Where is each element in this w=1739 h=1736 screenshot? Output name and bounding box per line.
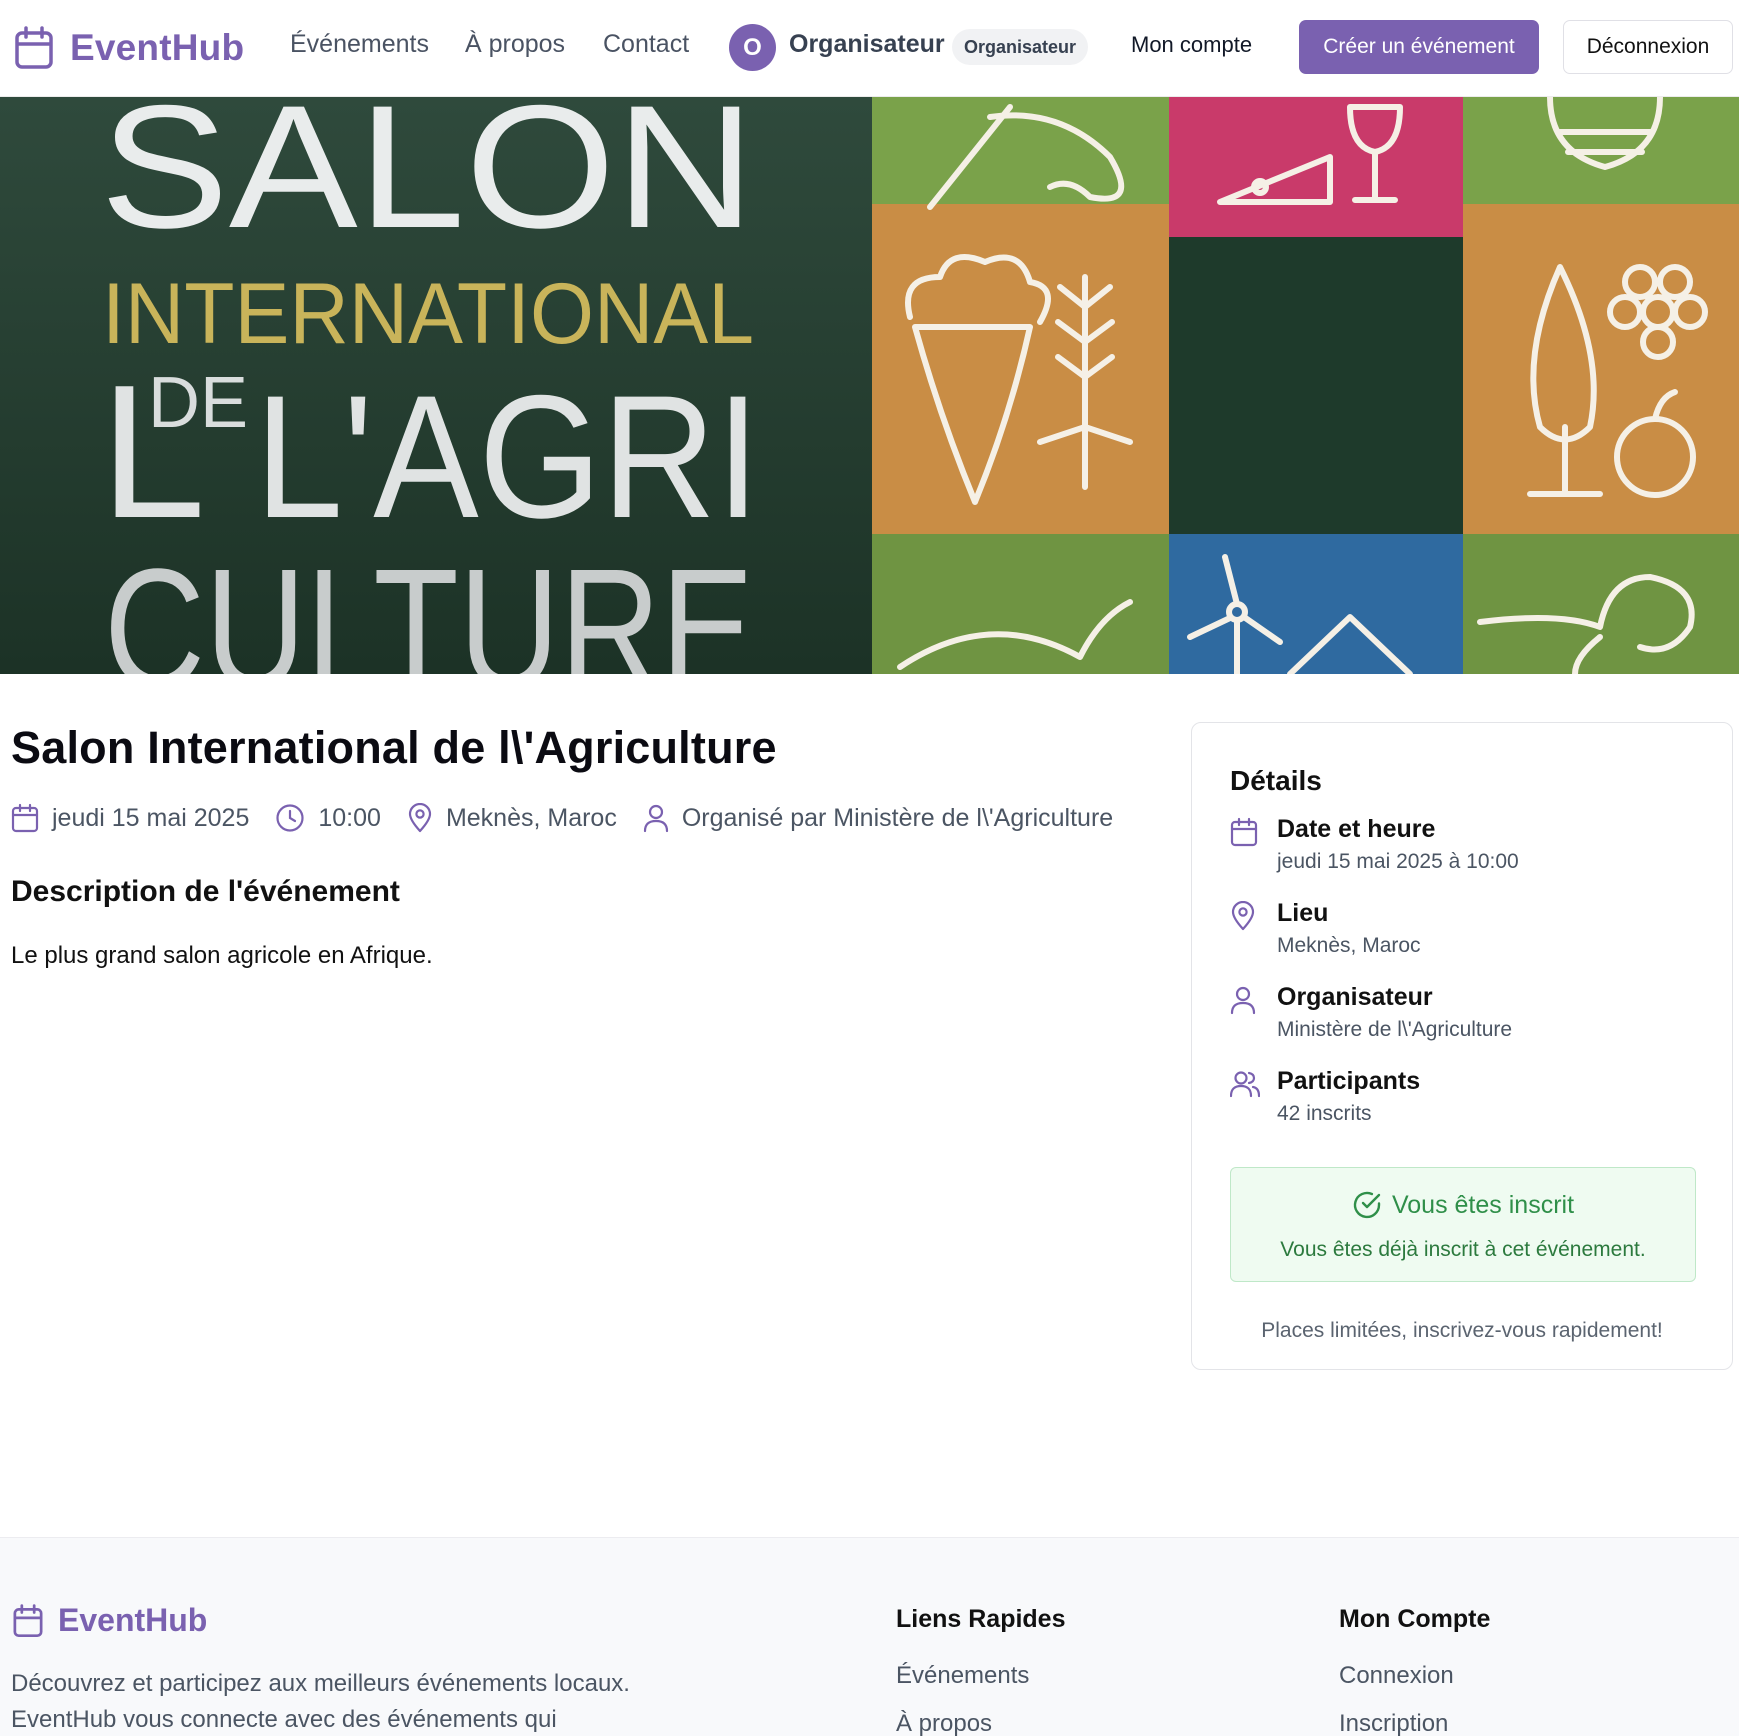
top-navbar: EventHub Événements À propos Contact O O…	[0, 0, 1739, 97]
details-title: Détails	[1230, 765, 1322, 796]
event-location-text: Meknès, Maroc	[445, 803, 617, 832]
description-text: Le plus grand salon agricole en Afrique.	[11, 942, 433, 969]
create-event-button[interactable]: Créer un événement	[1299, 20, 1539, 74]
banner-line-5: CULTURE	[104, 534, 754, 674]
calendar-icon	[15, 26, 53, 69]
calendar-icon	[1230, 817, 1258, 847]
description-heading: Description de l'événement	[11, 875, 400, 908]
footer-account-title: Mon Compte	[1339, 1605, 1491, 1633]
map-pin-icon	[408, 803, 432, 833]
users-icon	[1230, 1071, 1260, 1098]
my-account-link[interactable]: Mon compte	[1131, 32, 1252, 58]
places-limited-note: Places limitées, inscrivez-vous rapideme…	[1261, 1319, 1663, 1342]
check-circle-icon	[1353, 1191, 1381, 1219]
registration-status-box: Vous êtes inscrit Vous êtes déjà inscrit…	[1230, 1167, 1696, 1282]
footer-brand[interactable]: EventHub	[12, 1602, 207, 1639]
detail-label: Organisateur	[1277, 983, 1433, 1011]
detail-label: Participants	[1277, 1067, 1421, 1095]
brand-name: EventHub	[70, 27, 245, 68]
nav-link-contact[interactable]: Contact	[603, 30, 689, 59]
footer-link-register[interactable]: Inscription	[1339, 1710, 1448, 1736]
detail-value: Meknès, Maroc	[1277, 934, 1421, 957]
banner-line-1: SALON	[100, 97, 755, 265]
event-title: Salon International de l\'Agriculture	[11, 722, 777, 773]
footer-quick-links-title: Liens Rapides	[896, 1605, 1066, 1633]
event-time: 10:00	[275, 803, 381, 833]
role-badge: Organisateur	[952, 29, 1089, 65]
event-date-text: jeudi 15 mai 2025	[52, 803, 250, 832]
clock-icon	[276, 804, 304, 832]
event-date: jeudi 15 mai 2025	[11, 803, 249, 833]
nav-link-about[interactable]: À propos	[465, 30, 565, 59]
footer-brand-name: EventHub	[58, 1602, 208, 1638]
nav-link-events[interactable]: Événements	[290, 30, 429, 59]
registration-status-title: Vous êtes inscrit	[1231, 1190, 1695, 1220]
footer-link-login[interactable]: Connexion	[1339, 1662, 1454, 1690]
event-organizer: Organisé par Ministère de l\'Agriculture	[643, 803, 1113, 833]
detail-value: jeudi 15 mai 2025 à 10:00	[1277, 850, 1519, 873]
event-location: Meknès, Maroc	[407, 803, 617, 833]
detail-value: 42 inscrits	[1277, 1102, 1372, 1125]
user-avatar[interactable]: O	[729, 24, 776, 71]
calendar-icon	[11, 803, 39, 833]
footer-description: Découvrez et participez aux meilleurs év…	[11, 1670, 630, 1733]
user-icon	[1230, 986, 1256, 1015]
banner-line-4: L'AGRI	[255, 360, 760, 555]
registration-status-text: Vous êtes inscrit	[1391, 1190, 1575, 1219]
event-organizer-text: Organisé par Ministère de l\'Agriculture	[681, 803, 1114, 832]
footer-link-events[interactable]: Événements	[896, 1662, 1029, 1690]
footer-link-about[interactable]: À propos	[896, 1710, 992, 1736]
registration-status-message: Vous êtes déjà inscrit à cet événement.	[1280, 1238, 1646, 1261]
event-banner-image: SALON INTERNATIONAL DE L L'AGRI CULTURE	[0, 97, 1739, 674]
user-name: Organisateur	[789, 30, 945, 58]
page-footer: EventHub Découvrez et participez aux mei…	[0, 1537, 1739, 1736]
detail-label: Date et heure	[1277, 815, 1436, 843]
details-card: Détails Date et heure jeudi 15 mai 2025 …	[1191, 722, 1733, 1370]
detail-label: Lieu	[1277, 899, 1329, 927]
map-pin-icon	[1231, 901, 1255, 931]
brand-logo-link[interactable]: EventHub	[14, 24, 244, 72]
banner-line-4a: L	[100, 346, 206, 558]
event-meta-row: jeudi 15 mai 2025 10:00 Meknès, Maroc Or…	[11, 800, 1139, 836]
event-time-text: 10:00	[318, 803, 381, 832]
detail-value: Ministère de l\'Agriculture	[1277, 1018, 1513, 1041]
calendar-icon	[13, 1603, 43, 1637]
logout-button[interactable]: Déconnexion	[1563, 20, 1733, 74]
user-icon	[643, 804, 668, 833]
